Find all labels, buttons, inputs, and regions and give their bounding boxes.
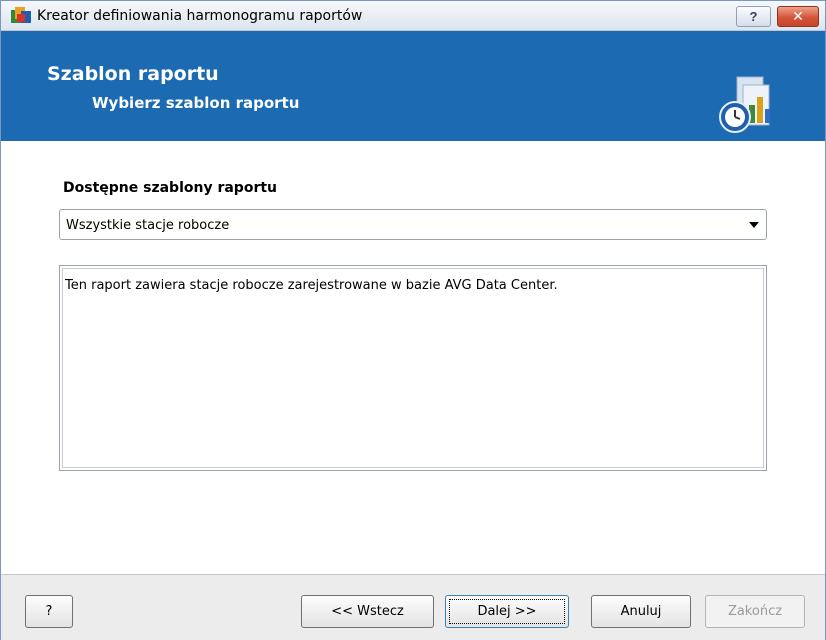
- title-bar[interactable]: Kreator definiowania harmonogramu raport…: [1, 1, 825, 31]
- description-inner-frame: Ten raport zawiera stacje robocze zareje…: [62, 268, 764, 468]
- back-button[interactable]: << Wstecz: [301, 595, 434, 628]
- dropdown-arrow-icon[interactable]: [749, 222, 759, 228]
- help-button[interactable]: ?: [25, 595, 73, 628]
- avg-logo-icon: [11, 7, 31, 23]
- cancel-button[interactable]: Anuluj: [591, 595, 691, 628]
- template-description: Ten raport zawiera stacje robocze zareje…: [65, 278, 558, 293]
- page-title: Szablon raportu: [47, 63, 219, 85]
- focus-rect: [449, 599, 565, 624]
- header-banner: [1, 31, 825, 141]
- selected-template: Wszystkie stacje robocze: [66, 218, 230, 233]
- template-description-box[interactable]: Ten raport zawiera stacje robocze zareje…: [59, 265, 767, 471]
- window-title: Kreator definiowania harmonogramu raport…: [37, 8, 363, 24]
- template-select[interactable]: Wszystkie stacje robocze: [59, 209, 767, 240]
- templates-label: Dostępne szablony raportu: [63, 180, 278, 196]
- page-subtitle: Wybierz szablon raportu: [92, 94, 300, 112]
- close-button[interactable]: ✕: [777, 6, 819, 27]
- title-help-button[interactable]: ?: [736, 6, 771, 27]
- report-schedule-icon: [719, 76, 770, 133]
- finish-button[interactable]: Zakończ: [705, 595, 805, 628]
- wizard-window: Kreator definiowania harmonogramu raport…: [0, 0, 826, 640]
- button-bar: ? << Wstecz Dalej >> Anuluj Zakończ: [1, 574, 825, 640]
- next-button[interactable]: Dalej >>: [445, 595, 569, 628]
